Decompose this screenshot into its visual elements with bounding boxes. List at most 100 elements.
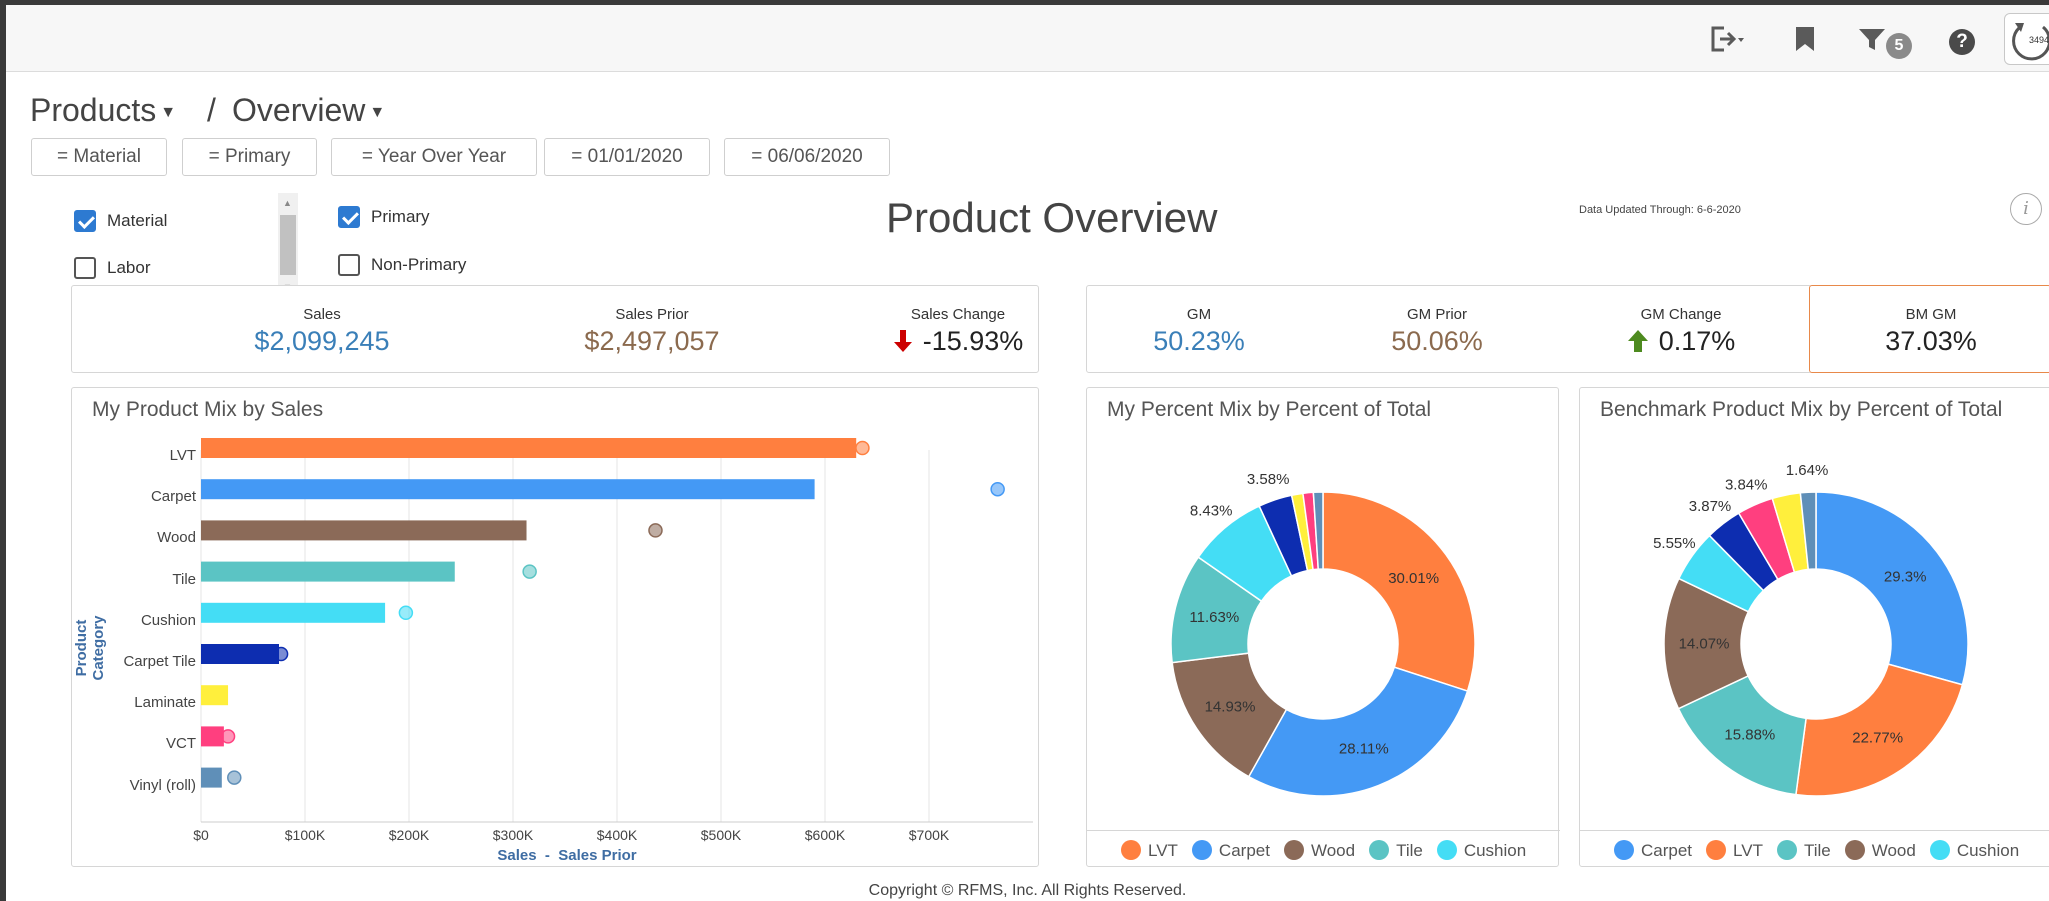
filter-chip-end-date[interactable]: = 06/06/2020 [724, 138, 890, 176]
gm-kpi-panel: GM 50.23% GM Prior 50.06% GM Change 0.17… [1086, 285, 1812, 373]
point-sales-prior-wood[interactable] [648, 523, 663, 538]
point-sales-prior-tile[interactable] [522, 564, 537, 579]
help-icon[interactable]: ? [1949, 29, 1975, 55]
filter-count-badge[interactable]: 5 [1886, 33, 1912, 59]
point-sales-prior-vct[interactable] [220, 729, 236, 744]
data-updated-note: Data Updated Through: 6-6-2020 [1579, 204, 1741, 216]
legend-item-tile[interactable]: Tile [1776, 840, 1831, 860]
refresh-counter: 3494 [2029, 35, 2049, 45]
legend-label: Wood [1310, 841, 1356, 860]
app-window: 5 ? 3494 Products ▼ / Overview ▼ = Materia… [6, 5, 2049, 901]
non-primary-checkbox[interactable] [338, 254, 360, 276]
x-tick-label: $400K [596, 827, 638, 843]
percent-mix-legend: LVT Carpet Wood Tile Cushion [1121, 840, 1540, 861]
filter-chip-material[interactable]: = Material [31, 138, 167, 176]
legend-item-cushion[interactable]: Cushion [1929, 840, 2020, 860]
point-sales-prior-lvt[interactable] [855, 440, 870, 456]
donut-data-label-vct: 3.84% [1725, 477, 1768, 494]
point-sales-prior-vinyl-roll[interactable] [227, 770, 242, 785]
sales-change-row: -15.93% [818, 326, 1098, 357]
filter-icon[interactable] [1858, 25, 1886, 58]
refresh-button[interactable]: 3494 [2004, 13, 2049, 65]
legend-swatch [1706, 840, 1727, 860]
chevron-down-icon: ▼ [369, 103, 386, 121]
scrollbar-thumb[interactable] [280, 215, 296, 275]
x-tick-label: $300K [492, 827, 534, 843]
legend-item-cushion[interactable]: Cushion [1436, 840, 1526, 860]
legend-item-carpet[interactable]: Carpet [1191, 840, 1270, 860]
sales-prior-label: Sales Prior [615, 306, 689, 323]
bar-sales-cushion[interactable] [201, 602, 386, 623]
donut-slice-carpet[interactable] [1247, 666, 1469, 797]
legend-label: Carpet [1641, 841, 1693, 860]
filter-chip-start-date[interactable]: = 01/01/2020 [544, 138, 710, 176]
arrow-down-icon [893, 330, 912, 352]
donut-slice-lvt[interactable] [1322, 491, 1476, 693]
percent-mix-chart-panel: My Percent Mix by Percent of Total 30.01… [1086, 387, 1560, 867]
gm-change-value: 0.17% [1658, 326, 1736, 356]
bar-sales-wood[interactable] [201, 520, 527, 541]
donut-data-label-carpet-tile: 3.87% [1689, 498, 1732, 515]
bar-sales-carpet[interactable] [201, 479, 815, 500]
bm-gm-value: 37.03% [1885, 326, 1977, 356]
bar-sales-vct[interactable] [201, 726, 224, 747]
material-checkbox[interactable] [74, 210, 96, 232]
sales-kpi-panel: Sales $2,099,245 Sales Prior $2,497,057 … [71, 285, 1039, 373]
point-sales-prior-cushion[interactable] [398, 605, 414, 621]
legend-item-wood[interactable]: Wood [1844, 840, 1916, 860]
material-checkbox-label: Material [107, 211, 168, 230]
legend-item-carpet[interactable]: Carpet [1614, 840, 1693, 860]
donut-data-label-tile: 15.88% [1724, 726, 1775, 743]
legend-item-tile[interactable]: Tile [1369, 840, 1423, 860]
bm-gm-label: BM GM [1905, 306, 1957, 323]
checkbox-list-scrollbar[interactable]: ▲ ▼ [278, 193, 298, 297]
sign-out-icon[interactable] [1710, 25, 1746, 58]
x-tick-label: $100K [284, 827, 326, 843]
donut-data-label-lvt: 30.01% [1388, 570, 1439, 587]
legend-swatch [1776, 840, 1797, 860]
bar-sales-carpet-tile[interactable] [201, 644, 279, 664]
point-sales-prior-carpet[interactable] [990, 481, 1005, 497]
legend-label: LVT [1733, 841, 1763, 860]
labor-checkbox-label: Labor [107, 258, 151, 277]
point-sales-prior-carpet-tile[interactable] [273, 646, 289, 662]
breadcrumb-section-label: Products [30, 92, 157, 128]
bar-sales-lvt[interactable] [201, 438, 857, 458]
chevron-down-icon: ▼ [160, 103, 177, 121]
legend-label: Wood [1871, 841, 1916, 860]
legend-label: Cushion [1956, 841, 2020, 860]
legend-swatch [1844, 840, 1865, 860]
bar-sales-laminate[interactable] [201, 685, 229, 706]
non-primary-checkbox-label: Non-Primary [371, 255, 467, 274]
sales-change-value: -15.93% [922, 326, 1024, 356]
x-tick-label: $600K [804, 827, 846, 843]
legend-swatch [1614, 840, 1634, 860]
donut-data-label-carpet-tile: 3.58% [1247, 471, 1290, 488]
scroll-up-icon[interactable]: ▲ [283, 198, 292, 208]
bar-sales-vinyl-roll[interactable] [201, 767, 222, 788]
legend-item-lvt[interactable]: LVT [1706, 840, 1763, 860]
donut-slice-carpet[interactable] [1815, 491, 1969, 686]
legend-swatch [1436, 840, 1457, 860]
breadcrumb-section[interactable]: Products ▼ [30, 92, 176, 129]
donut-data-label-wood: 14.93% [1205, 698, 1256, 715]
donut-data-label-cushion: 5.55% [1653, 535, 1696, 552]
product-mix-chart-panel: My Product Mix by Sales Product Category… [71, 387, 1039, 867]
legend-label: Tile [1396, 841, 1423, 860]
legend-item-wood[interactable]: Wood [1283, 840, 1356, 860]
bm-gm-panel: BM GM 37.03% [1809, 285, 2049, 373]
primary-checkbox[interactable] [338, 206, 360, 228]
bookmark-icon[interactable] [1794, 25, 1816, 58]
labor-checkbox[interactable] [74, 257, 96, 279]
sales-prior-value: $2,497,057 [584, 326, 720, 356]
filter-chip-primary[interactable]: = Primary [182, 138, 317, 176]
bar-sales-tile[interactable] [201, 561, 455, 582]
info-icon[interactable]: i [2010, 193, 2042, 225]
breadcrumb-page[interactable]: Overview ▼ [232, 92, 385, 129]
gm-prior-label: GM Prior [1407, 306, 1467, 323]
legend-label: Tile [1803, 841, 1831, 860]
legend-label: Carpet [1218, 841, 1270, 860]
filter-chip-comparison[interactable]: = Year Over Year [331, 138, 537, 176]
legend-item-lvt[interactable]: LVT [1121, 840, 1178, 860]
x-tick-label: $0 [193, 827, 209, 843]
